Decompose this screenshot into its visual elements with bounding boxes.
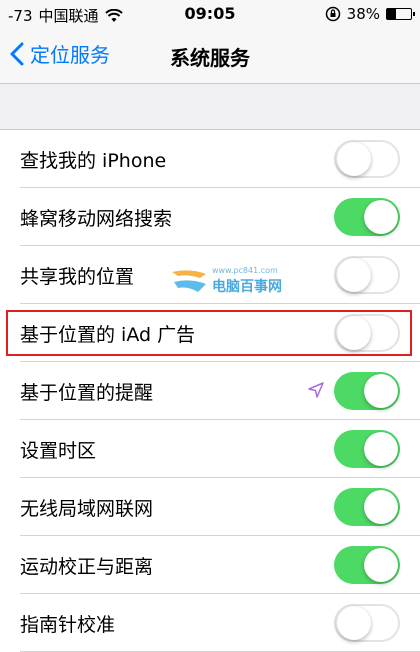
row-motion-calibration: 运动校正与距离 bbox=[0, 536, 420, 594]
toggle-knob bbox=[337, 258, 371, 292]
row-label: 基于位置的 iAd 广告 bbox=[20, 324, 196, 346]
toggle-knob bbox=[337, 606, 371, 640]
status-right: 38% bbox=[325, 5, 415, 23]
section-spacer bbox=[0, 84, 420, 130]
toggle-knob bbox=[364, 432, 398, 466]
battery-percent: 38% bbox=[346, 5, 380, 23]
row-compass-calibration: 指南针校准 bbox=[0, 594, 420, 652]
row-share-my-location: 共享我的位置 bbox=[0, 246, 420, 304]
row-label: 无线局域网联网 bbox=[20, 498, 154, 520]
navigation-bar: 定位服务 系统服务 bbox=[0, 30, 420, 84]
row-label: 基于位置的提醒 bbox=[20, 382, 154, 404]
row-label: 共享我的位置 bbox=[20, 266, 135, 288]
toggle-switch[interactable] bbox=[334, 430, 400, 468]
toggle-knob bbox=[337, 142, 371, 176]
status-bar: -73 中国联通 09:05 38% bbox=[0, 0, 420, 30]
row-cellular-network-search: 蜂窝移动网络搜索 bbox=[0, 188, 420, 246]
toggle-switch[interactable] bbox=[334, 198, 400, 236]
row-location-based-iad: 基于位置的 iAd 广告 bbox=[0, 304, 420, 362]
row-wifi-networking: 无线局域网联网 bbox=[0, 478, 420, 536]
toggle-knob bbox=[364, 200, 398, 234]
toggle-switch[interactable] bbox=[334, 604, 400, 642]
toggle-switch[interactable] bbox=[334, 372, 400, 410]
toggle-knob bbox=[337, 316, 371, 350]
toggle-switch[interactable] bbox=[334, 256, 400, 294]
toggle-switch[interactable] bbox=[334, 546, 400, 584]
row-location-based-alerts: 基于位置的提醒 bbox=[0, 362, 420, 420]
row-label: 蜂窝移动网络搜索 bbox=[20, 208, 173, 230]
toggle-switch[interactable] bbox=[334, 488, 400, 526]
settings-list: 查找我的 iPhone 蜂窝移动网络搜索 共享我的位置 基于位置的 iAd 广告… bbox=[0, 130, 420, 652]
toggle-switch[interactable] bbox=[334, 314, 400, 352]
row-label: 设置时区 bbox=[20, 440, 97, 462]
row-label: 运动校正与距离 bbox=[20, 556, 154, 578]
row-setting-time-zone: 设置时区 bbox=[0, 420, 420, 478]
toggle-knob bbox=[364, 374, 398, 408]
rotation-lock-icon bbox=[325, 6, 340, 22]
row-label: 查找我的 iPhone bbox=[20, 150, 167, 172]
battery-level bbox=[387, 9, 397, 19]
toggle-knob bbox=[364, 490, 398, 524]
row-find-my-iphone: 查找我的 iPhone bbox=[0, 130, 420, 188]
row-label: 指南针校准 bbox=[20, 614, 116, 636]
battery-icon bbox=[386, 8, 415, 20]
toggle-knob bbox=[364, 548, 398, 582]
toggle-switch[interactable] bbox=[334, 140, 400, 178]
page-title: 系统服务 bbox=[170, 46, 250, 70]
location-arrow-icon bbox=[308, 382, 324, 398]
